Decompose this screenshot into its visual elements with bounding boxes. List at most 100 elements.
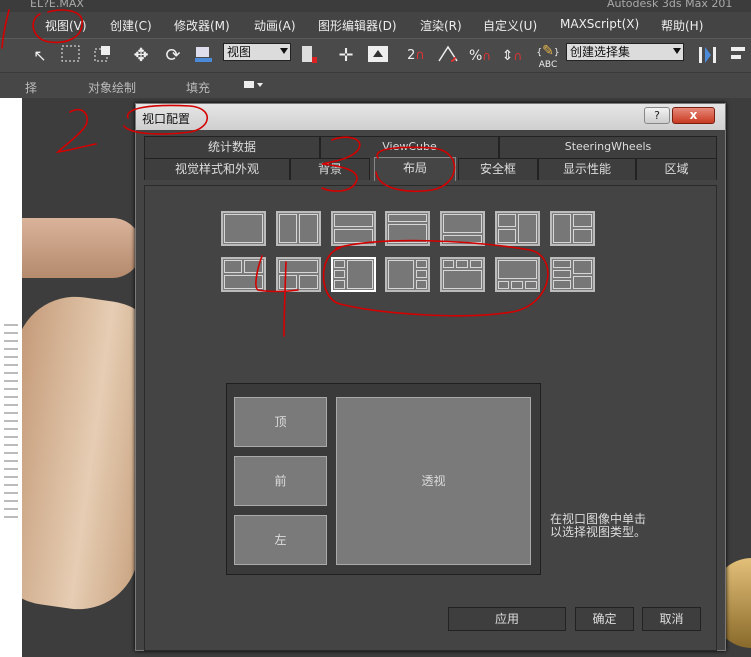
named-selection-set-value: 创建选择集 xyxy=(570,45,631,59)
menu-rendering[interactable]: 渲染(R) xyxy=(420,17,462,34)
layout-option-9[interactable] xyxy=(276,257,321,292)
layout-cell xyxy=(573,229,592,243)
layout-option-6[interactable] xyxy=(495,211,540,246)
layout-option-1[interactable] xyxy=(221,211,266,246)
rotate-icon[interactable]: ⟳ xyxy=(160,43,186,69)
layout-option-12[interactable] xyxy=(440,257,485,292)
tab-layout[interactable]: 布局 xyxy=(374,157,456,181)
apply-button[interactable]: 应用 xyxy=(448,607,566,631)
angle-snap-icon[interactable] xyxy=(434,43,462,69)
menu-maxscript[interactable]: MAXScript(X) xyxy=(560,17,639,31)
layout-option-11[interactable] xyxy=(385,257,430,292)
layout-cell xyxy=(224,260,242,273)
percent-snap-label: % xyxy=(468,48,483,64)
abc-label: ABC xyxy=(538,60,558,70)
percent-snap-icon[interactable]: %∩ xyxy=(466,43,494,69)
layout-cell xyxy=(279,260,318,273)
viewport-perspective[interactable]: 透视 xyxy=(336,397,531,565)
layout-cell xyxy=(553,270,571,278)
menu-create[interactable]: 创建(C) xyxy=(110,17,152,34)
ribbon-object-paint[interactable]: 对象绘制 xyxy=(88,79,136,96)
help-button[interactable]: ? xyxy=(644,107,670,124)
tab-regions[interactable]: 区域 xyxy=(636,158,717,180)
rect-selection-icon[interactable] xyxy=(58,43,84,69)
layout-cell xyxy=(518,214,537,243)
move-icon[interactable]: ✥ xyxy=(128,43,154,69)
layout-cell xyxy=(553,260,571,268)
named-selection-set-combo[interactable]: 创建选择集 xyxy=(566,43,684,61)
layout-cell xyxy=(224,214,263,243)
menu-help[interactable]: 帮助(H) xyxy=(661,17,703,34)
ribbon-options-icon[interactable] xyxy=(243,78,265,95)
layout-option-14[interactable] xyxy=(550,257,595,292)
tab-safe-frames[interactable]: 安全框 xyxy=(458,158,538,180)
layout-option-2[interactable] xyxy=(276,211,321,246)
mirror-icon[interactable] xyxy=(694,43,720,69)
select-manipulate-icon[interactable]: ✛ xyxy=(333,43,359,69)
layout-cell xyxy=(334,260,345,268)
dialog-body: 统计数据 ViewCube SteeringWheels 视觉样式和外观 背景 … xyxy=(140,134,721,651)
layout-cell xyxy=(416,270,427,278)
dialog-titlebar[interactable]: 视口配置 ? x xyxy=(136,104,725,130)
menu-modifiers[interactable]: 修改器(M) xyxy=(174,17,230,34)
app-title: Autodesk 3ds Max 201 xyxy=(607,0,733,10)
file-title: EL?E.MAX xyxy=(30,0,84,10)
window-crossing-icon[interactable] xyxy=(90,43,116,69)
layout-option-8[interactable] xyxy=(221,257,266,292)
tab-statistics[interactable]: 统计数据 xyxy=(144,136,320,158)
layout-option-10-selected[interactable] xyxy=(331,257,376,292)
layout-cell xyxy=(279,275,297,289)
menu-graph-editors[interactable]: 图形编辑器(D) xyxy=(318,17,397,34)
layout-hint: 在视口图像中单击 以选择视图类型。 xyxy=(550,513,670,539)
dialog-title: 视口配置 xyxy=(142,112,191,126)
ribbon-populate[interactable]: 填充 xyxy=(186,79,210,96)
spinner-snap-icon[interactable]: ⇕∩ xyxy=(498,43,526,69)
layout-cell xyxy=(334,229,373,243)
layout-cell xyxy=(573,214,592,227)
layout-cell xyxy=(573,260,592,274)
layout-cell xyxy=(511,281,523,289)
side-tool-strip xyxy=(4,318,18,518)
align-icon[interactable] xyxy=(728,43,750,69)
layout-cell xyxy=(456,260,468,268)
snap-toggle-icon[interactable]: 2∩ xyxy=(401,43,431,69)
keyboard-shortcut-icon[interactable] xyxy=(364,43,392,69)
reference-coord-combo[interactable]: 视图 xyxy=(223,43,291,61)
tab-display-performance[interactable]: 显示性能 xyxy=(538,158,636,180)
layout-cell xyxy=(388,224,427,243)
layout-option-5[interactable] xyxy=(440,211,485,246)
layout-cell xyxy=(443,260,454,268)
select-cursor-icon[interactable]: ↖ xyxy=(28,43,52,69)
layout-option-3[interactable] xyxy=(331,211,376,246)
cancel-button[interactable]: 取消 xyxy=(642,607,701,631)
close-button[interactable]: x xyxy=(672,107,715,124)
layout-option-7[interactable] xyxy=(550,211,595,246)
layout-cell xyxy=(525,281,537,289)
tab-background[interactable]: 背景 xyxy=(290,158,370,180)
ribbon-select[interactable]: 择 xyxy=(25,79,37,96)
edit-named-selection-icon[interactable]: {✎} ABC xyxy=(535,43,561,70)
layout-option-13[interactable] xyxy=(495,257,540,292)
menu-view[interactable]: 视图(V) xyxy=(45,17,87,34)
tab-visual-style[interactable]: 视觉样式和外观 xyxy=(144,158,290,180)
left-margin xyxy=(0,98,22,657)
layout-cell xyxy=(416,280,427,289)
viewport-left[interactable]: 左 xyxy=(234,515,327,565)
menu-customize[interactable]: 自定义(U) xyxy=(483,17,537,34)
tab-steeringwheels[interactable]: SteeringWheels xyxy=(499,136,717,158)
viewport-front[interactable]: 前 xyxy=(234,456,327,506)
layout-cell xyxy=(443,270,482,289)
menu-bar: 视图(V) 创建(C) 修改器(M) 动画(A) 图形编辑器(D) 渲染(R) … xyxy=(0,12,751,38)
ok-button[interactable]: 确定 xyxy=(575,607,634,631)
pivot-center-icon[interactable] xyxy=(296,43,322,69)
layout-cell xyxy=(299,214,318,243)
tab-viewcube[interactable]: ViewCube xyxy=(320,136,499,158)
layout-cell xyxy=(347,260,373,289)
chevron-down-icon xyxy=(673,48,681,54)
viewport-top[interactable]: 顶 xyxy=(234,397,327,447)
scale-icon[interactable] xyxy=(190,43,218,69)
layout-cell xyxy=(470,260,482,268)
layout-cell xyxy=(498,229,516,243)
layout-option-4[interactable] xyxy=(385,211,430,246)
menu-animation[interactable]: 动画(A) xyxy=(254,17,296,34)
